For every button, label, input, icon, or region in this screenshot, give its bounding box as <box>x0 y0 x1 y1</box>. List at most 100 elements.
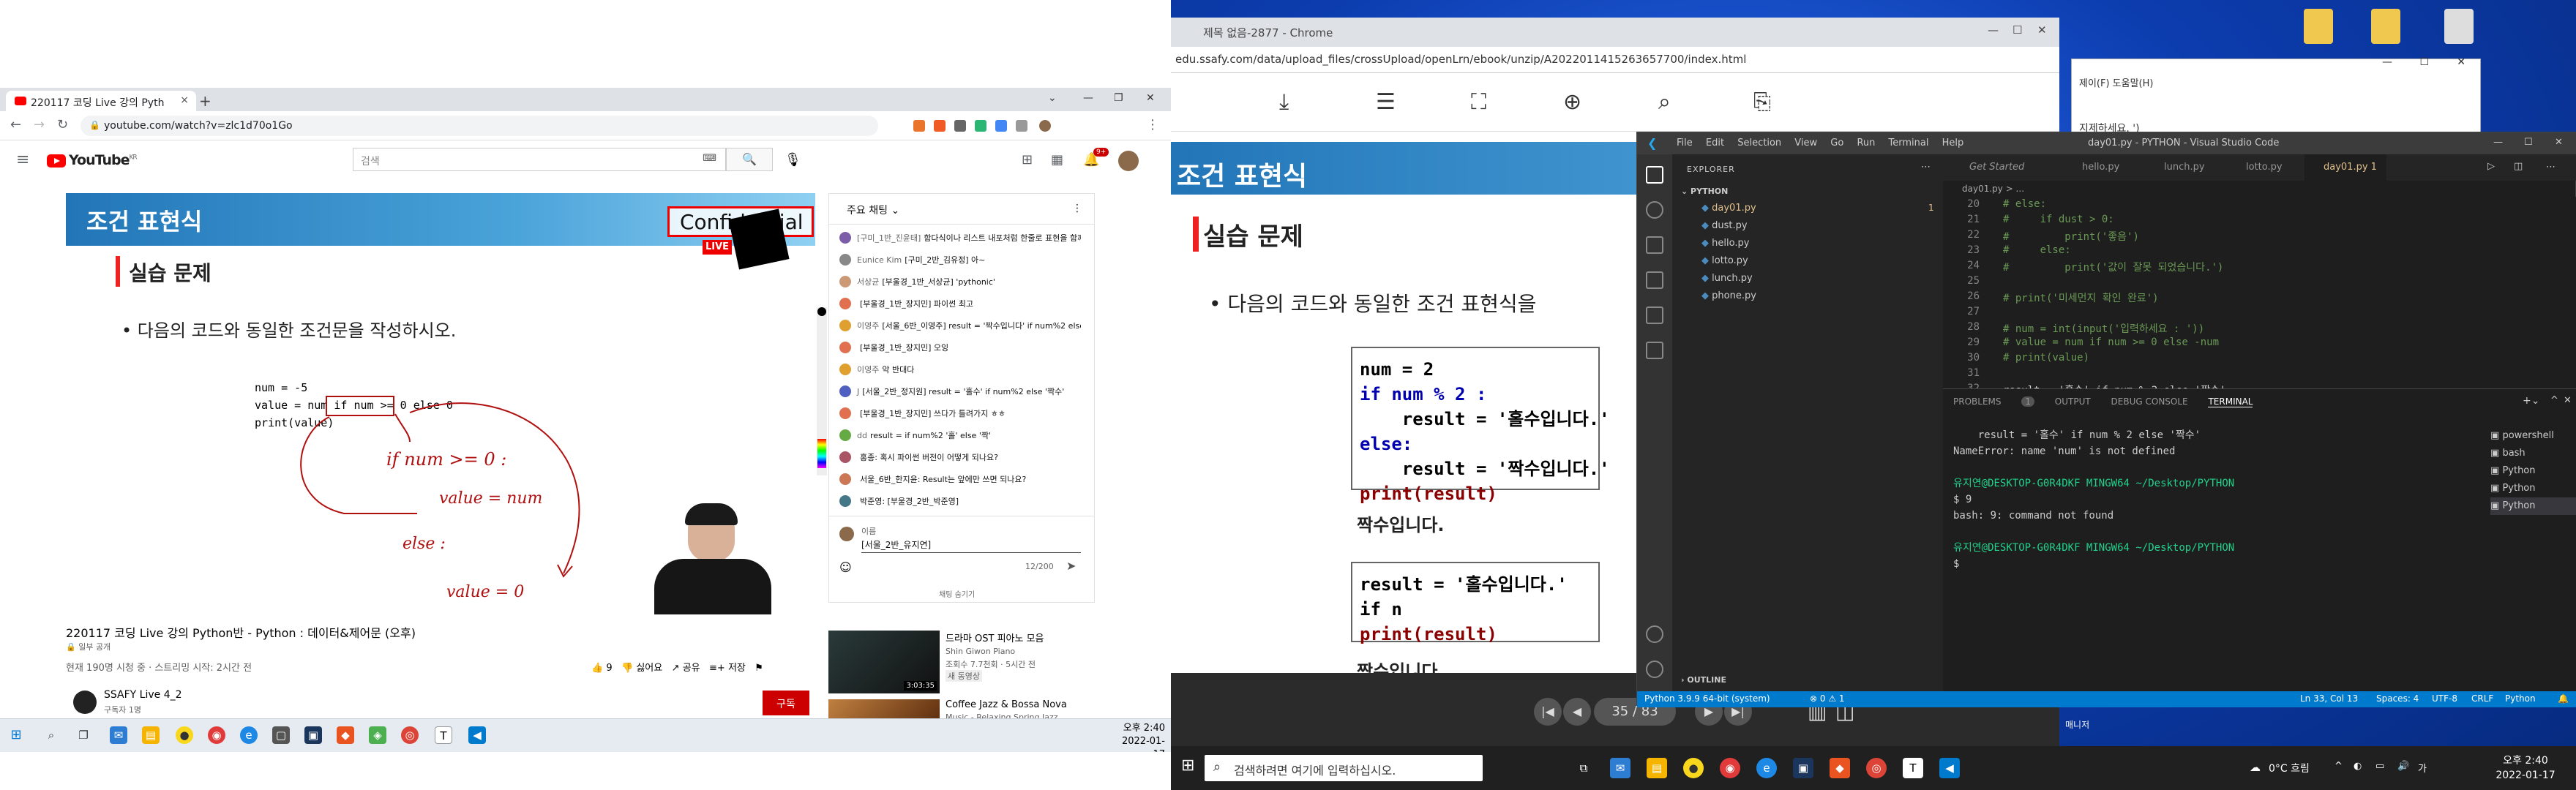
editor-tab[interactable]: hello.py <box>2060 154 2141 181</box>
video-player[interactable]: 조건 표현식 Confidential LIVE 실습 문제 • 다음의 코드와… <box>66 193 815 614</box>
tab-search-chevron-icon[interactable]: ⌄ <box>1048 92 1057 104</box>
share-label[interactable]: 공유 <box>683 663 700 674</box>
code-editor[interactable]: 20 # else: 21 # if dust > 0: 22 # print('좋음')… <box>1943 197 2576 425</box>
file-item[interactable]: ◆ hello.py <box>1701 238 1749 249</box>
edge-browser-icon[interactable]: e <box>240 726 258 744</box>
tab-output[interactable]: OUTPUT <box>2055 396 2091 407</box>
new-terminal-icon[interactable]: +⌄ <box>2523 395 2539 407</box>
desktop-folder-icon[interactable] <box>2371 9 2400 44</box>
subscribe-button[interactable]: 구독 <box>763 691 809 715</box>
app-icon[interactable]: ◆ <box>1830 758 1850 778</box>
cursor-position-status[interactable]: Ln 33, Col 13 <box>2300 693 2358 704</box>
task-view-icon[interactable]: ❐ <box>75 726 92 744</box>
zoom-in-icon[interactable]: ⊕ <box>1563 89 1581 115</box>
terminal-output[interactable]: result = '홀수' if num % 2 else '짝수' NameEr… <box>1953 427 2458 572</box>
mail-app-icon[interactable]: ✉ <box>110 726 127 744</box>
outline-header[interactable]: › OUTLINE <box>1681 675 1726 685</box>
extension-icon[interactable] <box>975 120 986 132</box>
menu-view[interactable]: View <box>1794 138 1817 148</box>
network-icon[interactable]: ▭ <box>2375 761 2384 772</box>
download-icon[interactable]: ⤓ <box>1279 89 1289 115</box>
chat-header-title[interactable]: 주요 채팅 <box>847 205 888 217</box>
microphone-icon[interactable]: 🎙 <box>785 152 801 168</box>
more-options-icon[interactable]: ⋯ <box>1921 162 1931 173</box>
app-icon[interactable]: ▣ <box>1793 758 1813 778</box>
minimize-button[interactable]: — <box>1083 92 1093 104</box>
new-tab-button[interactable]: + <box>199 92 211 110</box>
user-avatar[interactable] <box>1118 151 1139 171</box>
maximize-button[interactable]: ☐ <box>2012 23 2022 37</box>
close-window-button[interactable]: ✕ <box>2457 56 2465 68</box>
profile-avatar[interactable] <box>1039 120 1051 132</box>
desktop-file-icon[interactable] <box>2444 9 2474 44</box>
volume-icon[interactable]: 🔊 <box>2397 761 2409 772</box>
terminal-list-item[interactable]: ▣ Python <box>2490 480 2576 497</box>
bookmark-icon[interactable]: ⎘ <box>1753 89 1771 115</box>
youtube-search-input[interactable]: 검색 ⌨ <box>353 148 726 171</box>
like-icon[interactable]: 👍 <box>591 663 603 674</box>
reload-icon[interactable]: ↻ <box>57 117 68 132</box>
app-icon[interactable]: ◉ <box>1720 758 1740 778</box>
puzzle-icon[interactable] <box>1016 120 1027 132</box>
chat-input-field[interactable]: [서울_2반_유지연] <box>861 538 1081 553</box>
vscode-icon[interactable]: ◀ <box>468 726 486 744</box>
video-thumbnail[interactable] <box>828 699 940 718</box>
emoji-icon[interactable]: ☺ <box>839 560 852 574</box>
pen-tool-icon[interactable] <box>817 307 826 316</box>
flag-icon[interactable]: ⚑ <box>755 663 763 674</box>
maximize-button[interactable]: ❐ <box>1114 92 1123 104</box>
text-app-icon[interactable]: T <box>1903 758 1923 778</box>
testing-icon[interactable] <box>1646 342 1663 359</box>
search-icon[interactable]: ⌕ <box>42 726 60 744</box>
send-icon[interactable]: ➤ <box>1066 559 1076 573</box>
menu-file[interactable]: File <box>1677 138 1693 148</box>
edge-browser-icon[interactable]: e <box>1756 758 1777 778</box>
weather-icon[interactable]: ☁ <box>2250 761 2261 774</box>
run-debug-icon[interactable] <box>1646 271 1663 289</box>
tab-problems[interactable]: PROBLEMS 1 <box>1953 396 2034 407</box>
line-ending-status[interactable]: CRLF <box>2471 693 2493 704</box>
menu-go[interactable]: Go <box>1830 138 1843 148</box>
fullscreen-icon[interactable]: ⛶ <box>1471 89 1486 115</box>
chrome-icon[interactable]: ◎ <box>1866 758 1887 778</box>
minimize-button[interactable]: — <box>2382 56 2392 68</box>
hide-chat-button[interactable]: 채팅 숨기기 <box>939 588 975 599</box>
maximize-button[interactable]: ☐ <box>2524 137 2533 148</box>
share-icon[interactable]: ↗ <box>672 663 680 674</box>
recommended-video[interactable]: 3:03:35 드라마 OST 피아노 모음 Shin Giwon Piano … <box>828 631 1107 696</box>
tray-app-icon[interactable]: ◐ <box>2354 761 2362 772</box>
weather-text[interactable]: 0°C 흐림 <box>2269 761 2310 775</box>
editor-tab[interactable]: lotto.py <box>2224 154 2303 181</box>
close-window-button[interactable]: ✕ <box>2037 23 2047 37</box>
close-panel-icon[interactable]: ✕ <box>2564 395 2572 406</box>
dislike-icon[interactable]: 👎 <box>621 663 633 674</box>
account-icon[interactable] <box>1646 625 1663 643</box>
folder-header[interactable]: ⌄ PYTHON <box>1681 187 1728 196</box>
menu-run[interactable]: Run <box>1857 138 1875 148</box>
keyboard-layout-icon[interactable]: 가 <box>2418 761 2427 775</box>
more-actions-icon[interactable]: ⋯ <box>2546 162 2556 173</box>
minimize-button[interactable]: — <box>1988 23 1999 37</box>
more-options-icon[interactable]: ⋮ <box>1072 203 1082 214</box>
settings-gear-icon[interactable] <box>1646 661 1663 678</box>
indentation-status[interactable]: Spaces: 4 <box>2376 693 2419 704</box>
run-icon[interactable]: ▷ <box>2487 161 2495 172</box>
forward-icon[interactable]: → <box>34 117 45 132</box>
editor-tab[interactable]: Get Started <box>1949 154 2059 181</box>
file-item[interactable]: ◆ day01.py <box>1701 203 1756 214</box>
list-icon[interactable]: ☰ <box>1376 89 1396 115</box>
extensions-icon[interactable] <box>1646 306 1663 324</box>
close-window-button[interactable]: ✕ <box>2555 137 2563 148</box>
maximize-button[interactable]: ☐ <box>2419 56 2429 68</box>
app-icon[interactable]: ◉ <box>208 726 225 744</box>
desktop-folder-icon[interactable] <box>2304 9 2333 44</box>
save-icon[interactable]: ≡+ <box>709 663 725 674</box>
browser-tab[interactable]: 220117 코딩 Live 강의 Pyth × <box>6 91 196 111</box>
menu-selection[interactable]: Selection <box>1737 138 1781 148</box>
terminal-list-item[interactable]: ▣ Python <box>2490 462 2576 480</box>
task-view-icon[interactable]: ⧉ <box>1573 758 1594 778</box>
kakaotalk-icon[interactable]: ● <box>1683 758 1704 778</box>
chrome-icon[interactable]: ◎ <box>401 726 419 744</box>
problems-status[interactable]: ⊗ 0 ⚠ 1 <box>1810 693 1845 704</box>
prev-page-button[interactable]: ◀ <box>1563 698 1591 726</box>
